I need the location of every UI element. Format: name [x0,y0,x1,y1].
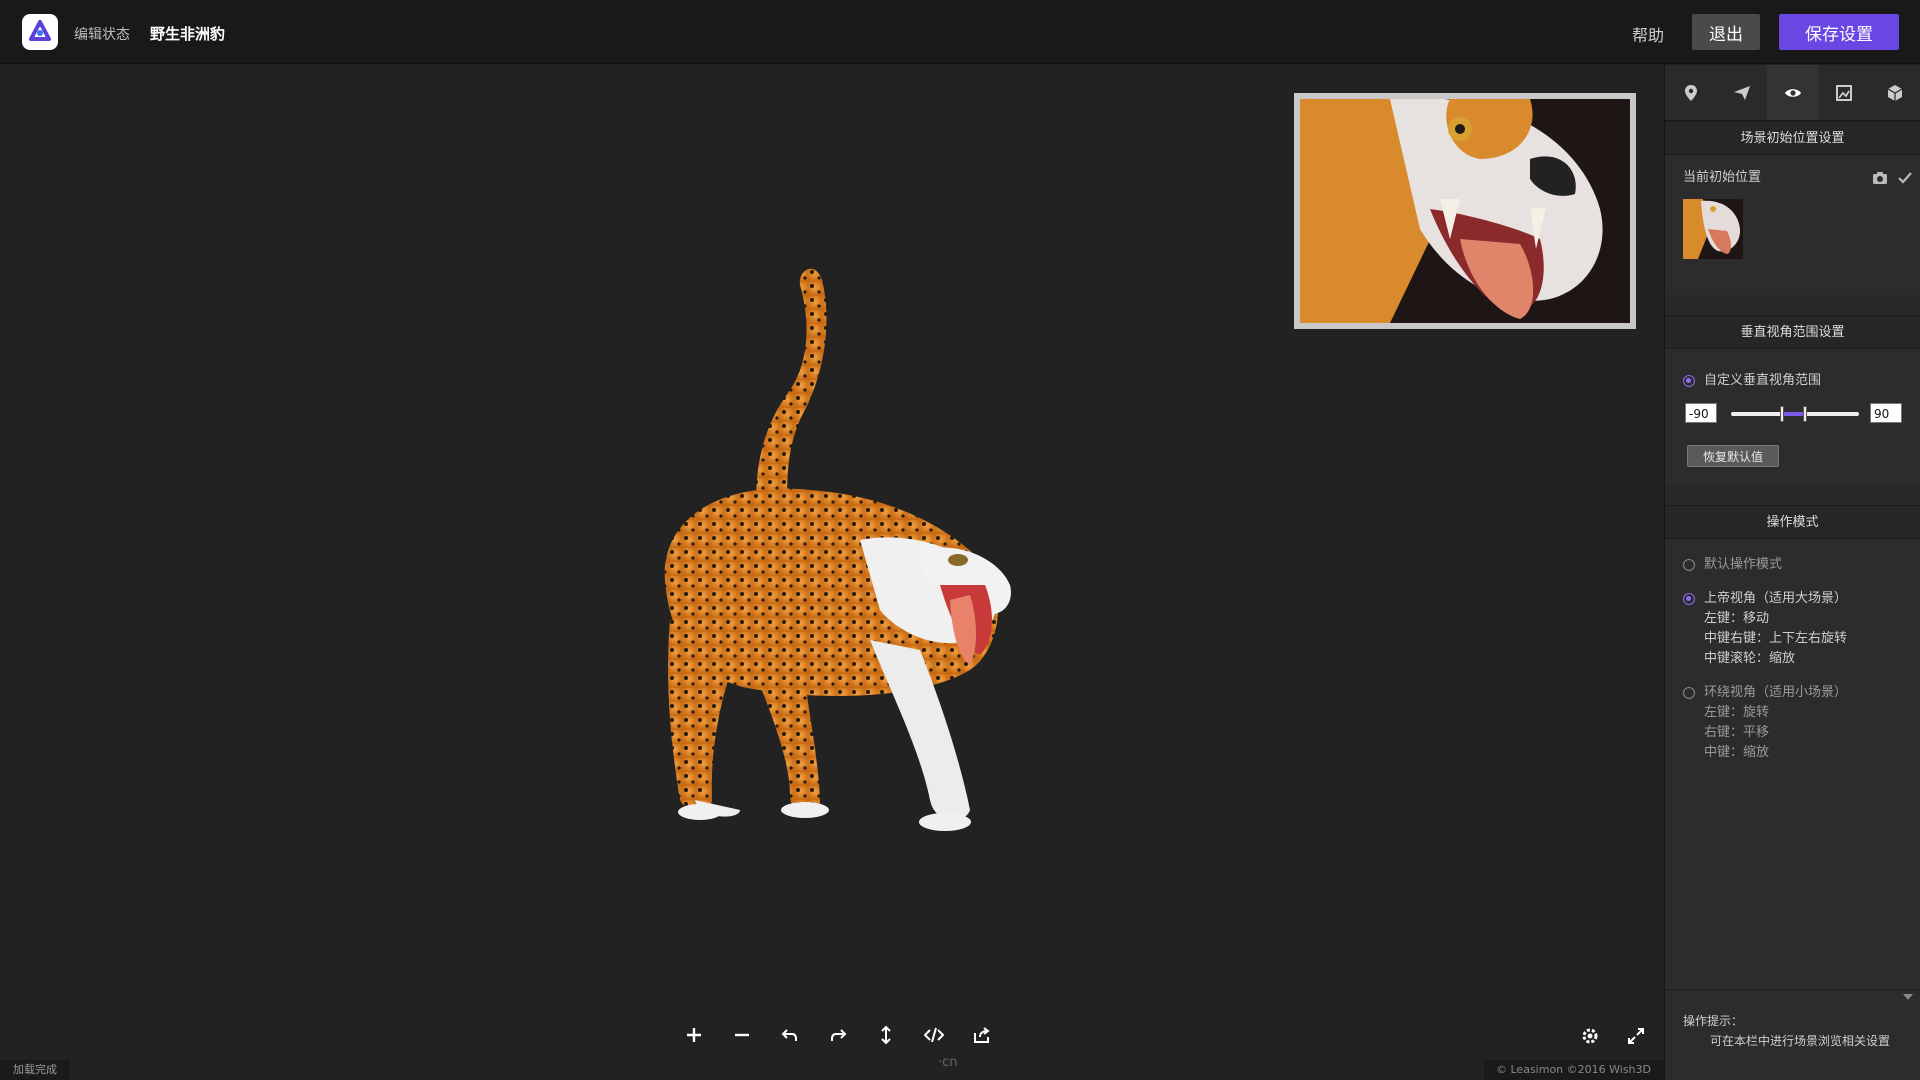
reset-default-button[interactable]: 恢复默认值 [1687,445,1779,467]
panel-tabs [1665,65,1920,121]
slider-max-handle[interactable] [1803,406,1808,422]
eye-icon [1784,88,1801,97]
gear-icon[interactable] [1574,1020,1606,1052]
mode-label: 默认操作模式 [1704,557,1783,572]
hint-title: 操作提示： [1683,1014,1744,1028]
copyright-text: © Leasimon ©2016 Wish3D [1484,1060,1664,1080]
settings-panel: 场景初始位置设置 当前初始位置 垂直视角范围设置 自定义垂直视角范围 -90 9… [1664,65,1920,1080]
custom-vertical-range-option[interactable]: 自定义垂直视角范围 [1665,371,1920,391]
max-angle-input[interactable]: 90 [1870,403,1902,423]
operation-hint: 操作提示： 可在本栏中进行场景浏览相关设置 [1665,989,1920,1080]
camera-icon[interactable] [1872,171,1888,185]
model-title: 野生非洲豹 [150,25,226,43]
cheetah-closeup-image [1300,99,1630,323]
section-gap [1665,295,1920,315]
save-settings-button[interactable]: 保存设置 [1779,14,1899,50]
operation-mode-heading: 操作模式 [1665,505,1920,539]
code-icon[interactable] [910,1017,958,1053]
cheetah-thumbnail-image [1683,199,1743,259]
min-angle-input[interactable]: -90 [1685,403,1717,423]
share-icon[interactable] [958,1017,1006,1053]
mode-option[interactable]: 默认操作模式 [1665,555,1920,575]
operation-mode-section: 默认操作模式 上帝视角（适用大场景） 左键：移动 中键右键：上下左右旋转 中键滚… [1665,539,1920,763]
mode-label: 上帝视角（适用大场景） [1704,591,1848,606]
plus-icon[interactable] [670,1017,718,1053]
radio-button-selected[interactable] [1683,593,1695,605]
mode-detail: 左键：移动 [1704,611,1770,626]
tab-model[interactable] [1869,65,1920,120]
viewport-toolbar [670,1017,1006,1053]
logo-icon [29,20,51,41]
app-logo[interactable] [22,14,58,50]
scene-start-heading: 场景初始位置设置 [1665,121,1920,155]
edit-status-label: 编辑状态 [74,27,130,43]
location-pin-icon [1684,84,1697,101]
mode-label: 环绕视角（适用小场景） [1704,685,1848,700]
top-bar: 编辑状态 野生非洲豹 帮助 退出 保存设置 [0,0,1920,64]
tab-location[interactable] [1665,65,1716,120]
radio-button-selected[interactable] [1683,375,1695,387]
chevron-down-icon[interactable] [1903,994,1913,1000]
vertical-range-slider[interactable] [1731,406,1859,422]
exit-button[interactable]: 退出 [1692,14,1760,50]
section-gap [1665,485,1920,505]
redo-icon[interactable] [814,1017,862,1053]
mode-detail: 中键右键：上下左右旋转 [1704,631,1848,646]
undo-icon[interactable] [766,1017,814,1053]
custom-vertical-range-label: 自定义垂直视角范围 [1704,373,1822,388]
mode-option[interactable]: 上帝视角（适用大场景） 左键：移动 中键右键：上下左右旋转 中键滚轮：缩放 [1665,589,1920,669]
load-status: 加载完成 [0,1060,70,1080]
mode-detail: 中键滚轮：缩放 [1704,651,1796,666]
image-icon [1835,84,1852,101]
vertical-angle-section: 自定义垂直视角范围 -90 90 恢复默认值 [1665,349,1920,485]
checkmark-icon[interactable] [1898,171,1912,185]
tab-tour[interactable] [1716,65,1767,120]
fullscreen-icon[interactable] [1620,1020,1652,1052]
slider-min-handle[interactable] [1780,406,1785,422]
minus-icon[interactable] [718,1017,766,1053]
watermark: ·cn [938,1055,958,1070]
camera-preview [1294,93,1636,329]
start-position-thumbnail[interactable] [1683,199,1743,259]
tab-view[interactable] [1767,65,1818,120]
scene-start-section: 当前初始位置 [1665,155,1920,295]
vertical-range-slider-row: -90 90 [1665,401,1920,431]
hint-text: 可在本栏中进行场景浏览相关设置 [1710,1034,1891,1048]
mode-detail: 右键：平移 [1704,725,1770,740]
vertical-angle-heading: 垂直视角范围设置 [1665,315,1920,349]
slider-fill [1782,412,1806,416]
cheetah-model[interactable] [640,240,1020,860]
mode-detail: 中键：缩放 [1704,745,1770,760]
3d-viewport[interactable]: ·cn [0,65,1664,1080]
paper-plane-icon [1733,85,1750,100]
radio-button[interactable] [1683,559,1695,571]
cube-icon [1887,84,1902,101]
help-link[interactable]: 帮助 [1632,22,1664,46]
tab-image[interactable] [1818,65,1869,120]
current-position-label: 当前初始位置 [1683,170,1762,185]
mode-detail: 左键：旋转 [1704,705,1770,720]
vertical-arrows-icon[interactable] [862,1017,910,1053]
mode-option[interactable]: 环绕视角（适用小场景） 左键：旋转 右键：平移 中键：缩放 [1665,683,1920,763]
current-position-row: 当前初始位置 [1665,163,1920,193]
radio-button[interactable] [1683,687,1695,699]
